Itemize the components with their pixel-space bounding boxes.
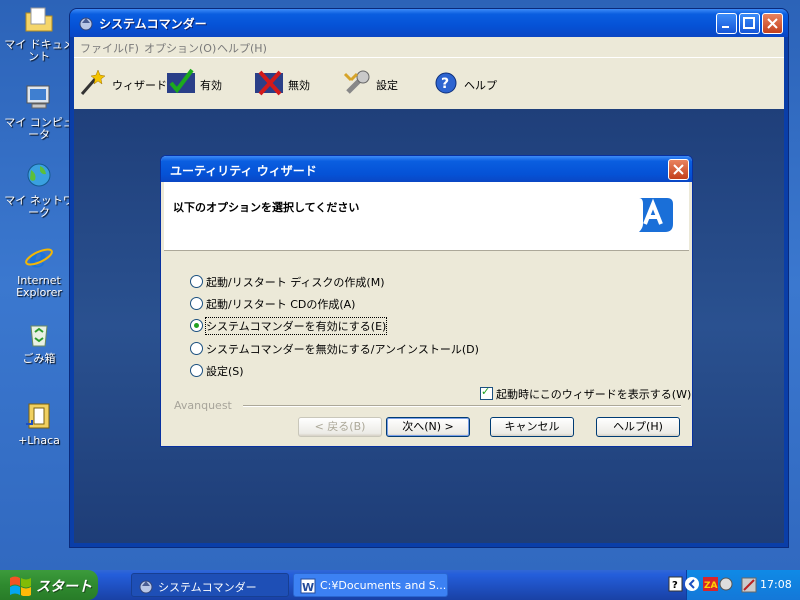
system-tray: ? ZA 17:08 <box>668 570 800 600</box>
menu-bar: ファイル(F) オプション(O) ヘルプ(H) <box>74 37 784 57</box>
next-button[interactable]: 次へ(N) > <box>386 417 470 437</box>
cancel-button[interactable]: キャンセル <box>490 417 574 437</box>
checkbox-label: 起動時にこのウィザードを表示する(W) <box>496 388 692 401</box>
toolbar-settings-label: 設定 <box>376 79 398 92</box>
app-icon <box>139 580 153 594</box>
radio-button[interactable] <box>190 275 203 288</box>
toolbar-wizard-label: ウィザード <box>112 79 167 92</box>
enable-check-icon <box>167 68 195 94</box>
separator <box>243 405 681 407</box>
word-document-icon: W <box>300 578 316 594</box>
desktop-icon-recycle-bin[interactable]: ごみ箱 <box>2 318 76 365</box>
menu-help[interactable]: ヘルプ(H) <box>217 40 267 56</box>
radio-button[interactable] <box>190 342 203 355</box>
taskbar: スタート システムコマンダー W C:¥Documents and S... ?… <box>0 570 800 600</box>
app-icon <box>79 17 93 31</box>
wand-icon <box>80 69 106 95</box>
internet-explorer-icon: e <box>25 241 53 272</box>
minimize-icon <box>722 26 729 28</box>
desktop-icon-label: ごみ箱 <box>22 352 56 365</box>
option-label: システムコマンダーを無効にする/アンインストール(D) <box>206 343 479 356</box>
help-icon: ? <box>435 72 457 94</box>
menu-options[interactable]: オプション(O) <box>144 40 216 56</box>
svg-text:W: W <box>302 581 314 594</box>
window-title: システムコマンダー <box>99 17 207 31</box>
toolbar-help-button[interactable]: ? ヘルプ <box>430 68 500 98</box>
maximize-icon <box>743 17 755 29</box>
utility-wizard-dialog: ユーティリティ ウィザード 以下のオプションを選択してください 起動/リスタート… <box>160 155 693 447</box>
dialog-header: 以下のオプションを選択してください <box>164 182 689 251</box>
folder-icon <box>25 7 53 32</box>
taskbar-item-label: C:¥Documents and S... <box>320 579 447 592</box>
desktop-icon-lhaca[interactable]: +Lhaca <box>2 400 76 447</box>
dialog-title: ユーティリティ ウィザード <box>170 164 317 178</box>
close-button[interactable] <box>762 13 783 34</box>
svg-text:?: ? <box>441 76 449 92</box>
desktop-icon-internet-explorer[interactable]: e Internet Explorer <box>2 240 76 299</box>
option-label: 起動/リスタート ディスクの作成(M) <box>206 276 385 289</box>
desktop-icon-my-computer[interactable]: マイ コンピュータ <box>2 82 76 141</box>
minimize-button[interactable] <box>716 13 737 34</box>
checkbox-box[interactable] <box>480 385 493 400</box>
wrench-icon <box>343 70 370 94</box>
svg-text:?: ? <box>672 580 678 591</box>
menu-file[interactable]: ファイル(F) <box>80 40 139 56</box>
option-label: 起動/リスタート CDの作成(A) <box>206 298 356 311</box>
toolbar: ウィザード 有効 無効 設定 ? ヘルプ <box>74 57 784 111</box>
window-titlebar[interactable]: システムコマンダー <box>70 9 788 37</box>
close-icon <box>767 18 778 29</box>
option-label: システムコマンダーを有効にする(E) <box>204 317 388 335</box>
toolbar-wizard-button[interactable]: ウィザード <box>78 68 167 98</box>
desktop-icon-label: Internet Explorer <box>16 274 62 299</box>
toolbar-enable-button[interactable]: 有効 <box>166 68 230 98</box>
toolbar-disable-button[interactable]: 無効 <box>254 68 318 98</box>
desktop-icon-label: マイ コンピュータ <box>4 116 74 141</box>
taskbar-item-label: システムコマンダー <box>158 581 257 594</box>
taskbar-item-system-commander[interactable]: システムコマンダー <box>131 573 289 597</box>
network-globe-icon <box>27 163 51 187</box>
desktop-icon-label: +Lhaca <box>18 434 60 447</box>
brand-label: Avanquest <box>174 399 232 412</box>
option-label: 設定(S) <box>206 365 244 378</box>
recycle-bin-icon <box>30 325 48 347</box>
windows-logo-icon <box>10 576 31 596</box>
desktop-icon-label: マイ ネットワーク <box>4 194 74 219</box>
speaker-icon[interactable] <box>741 577 757 593</box>
radio-button[interactable] <box>190 297 203 310</box>
radio-button[interactable] <box>190 364 203 377</box>
help-button[interactable]: ヘルプ(H) <box>596 417 680 437</box>
toolbar-enable-label: 有効 <box>200 79 222 92</box>
desktop-icon-my-documents[interactable]: マイ ドキュメント <box>2 4 76 63</box>
dialog-close-button[interactable] <box>668 159 689 180</box>
start-label: スタート <box>36 579 92 595</box>
toolbar-settings-button[interactable]: 設定 <box>342 68 406 98</box>
close-icon <box>673 164 684 175</box>
avanquest-logo-icon <box>639 198 673 232</box>
computer-icon <box>26 85 50 109</box>
start-button[interactable]: スタート <box>0 570 98 600</box>
svg-text:ZA: ZA <box>704 581 718 591</box>
desktop-icon-label: マイ ドキュメント <box>4 38 74 63</box>
maximize-button[interactable] <box>739 13 760 34</box>
toolbar-help-label: ヘルプ <box>464 79 497 92</box>
back-button[interactable]: < 戻る(B) <box>298 417 382 437</box>
taskbar-item-word-document[interactable]: W C:¥Documents and S... <box>293 573 448 597</box>
clock: 17:08 <box>760 578 792 591</box>
dialog-titlebar[interactable]: ユーティリティ ウィザード <box>161 156 692 182</box>
tray-icons: ? ZA <box>668 576 733 592</box>
desktop-icon-my-network[interactable]: マイ ネットワーク <box>2 160 76 219</box>
radio-button-selected[interactable] <box>190 319 203 332</box>
lhaca-archive-icon <box>26 403 50 429</box>
dialog-heading: 以下のオプションを選択してください <box>173 201 360 214</box>
disable-x-icon <box>255 70 283 96</box>
toolbar-disable-label: 無効 <box>288 79 310 92</box>
